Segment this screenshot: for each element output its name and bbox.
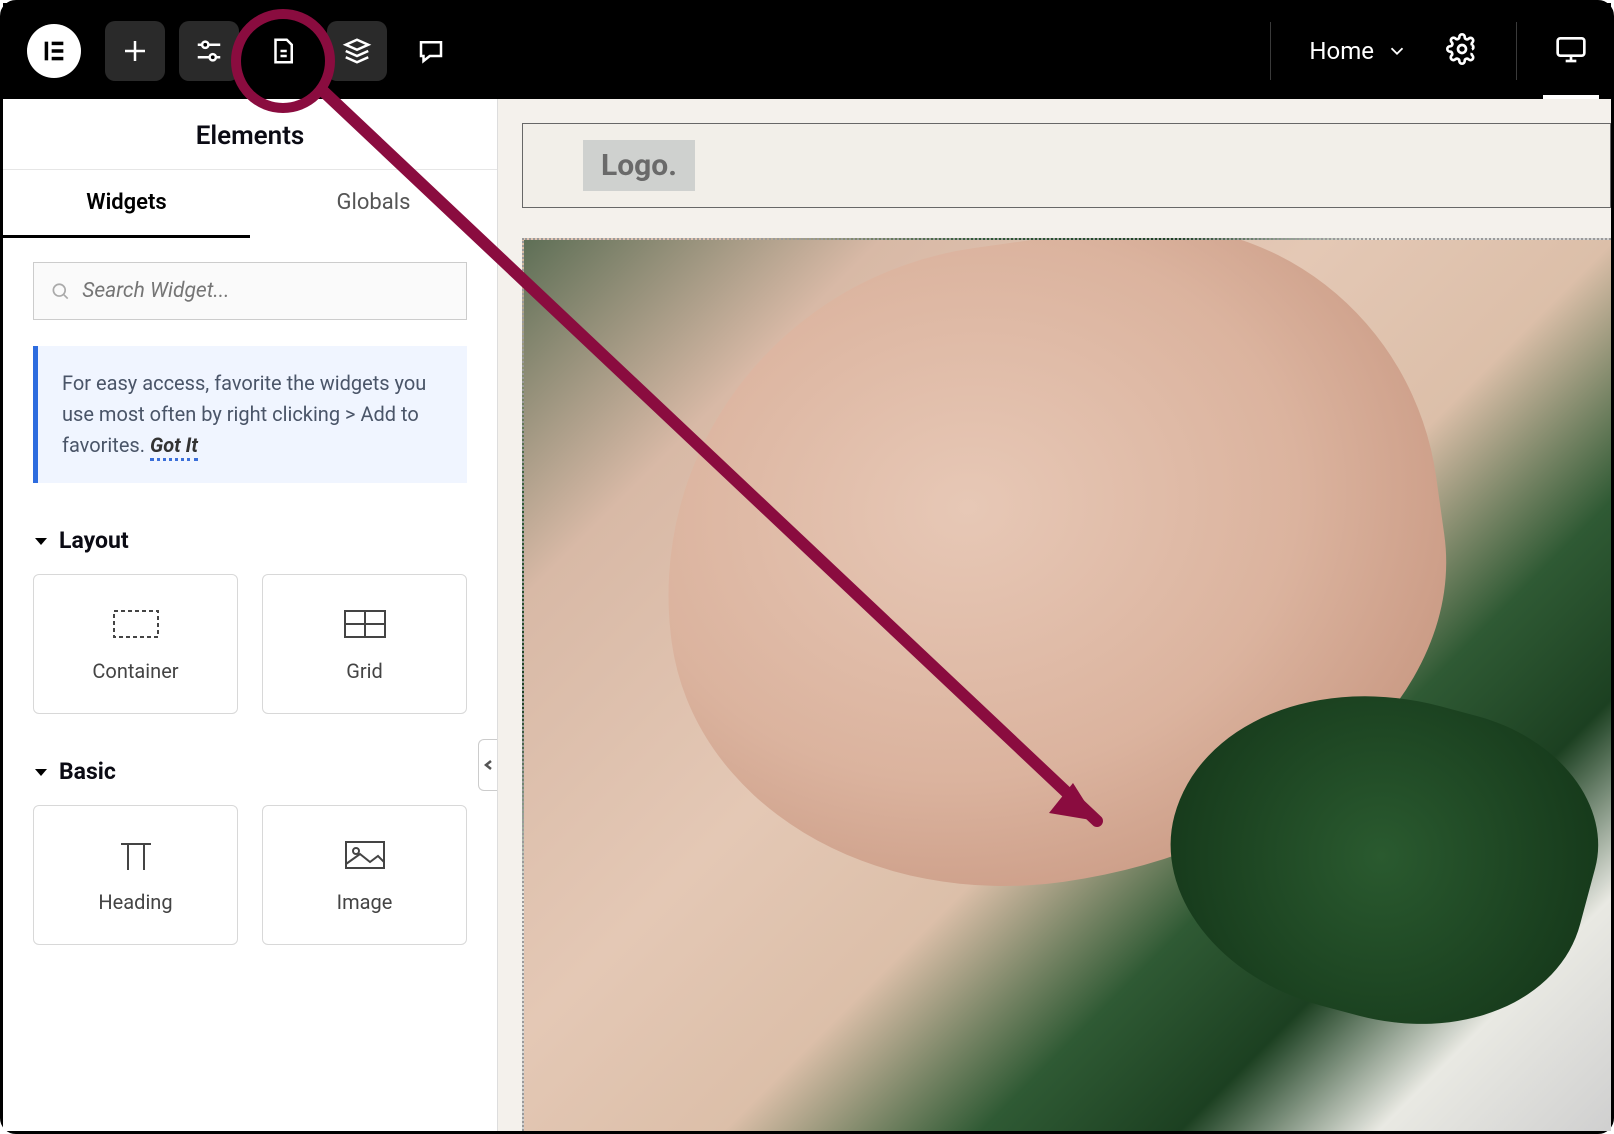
notes-button[interactable] [401,21,461,81]
chevron-down-icon [1386,40,1408,62]
search-widget-input[interactable] [82,279,450,303]
hero-image-section[interactable] [522,238,1611,1131]
widget-container[interactable]: Container [33,574,238,714]
preferences-button[interactable] [1446,33,1478,69]
site-settings-button[interactable] [179,21,239,81]
widget-grid[interactable]: Grid [262,574,467,714]
structure-button[interactable] [327,21,387,81]
search-widget-box[interactable] [33,262,467,320]
panel-title: Elements [3,99,497,170]
editor-canvas[interactable]: Logo. [498,99,1611,1131]
search-icon [50,280,70,302]
toolbar-left-group [27,21,461,81]
section-basic-title: Basic [59,758,116,785]
tab-widgets[interactable]: Widgets [3,170,250,238]
add-element-button[interactable] [105,21,165,81]
panel-tabs: Widgets Globals [3,170,497,238]
toolbar-divider [1516,22,1517,80]
page-settings-button[interactable] [253,21,313,81]
widget-label: Heading [98,890,172,914]
page-name-label: Home [1309,37,1374,65]
widget-image[interactable]: Image [262,805,467,945]
container-icon [111,605,161,643]
panel-body: For easy access, favorite the widgets yo… [3,238,497,969]
widget-label: Image [337,890,393,914]
tip-gotit-link[interactable]: Got It [150,433,198,461]
section-basic-header[interactable]: Basic [33,758,467,785]
main-area: Elements Widgets Globals For easy access… [3,99,1611,1131]
toolbar-right-group: Home [1270,22,1587,80]
header-section[interactable]: Logo. [522,123,1611,208]
section-layout-title: Layout [59,527,129,554]
image-icon [340,836,390,874]
widget-label: Grid [346,659,383,683]
widget-heading[interactable]: Heading [33,805,238,945]
elements-panel: Elements Widgets Globals For easy access… [3,99,498,1131]
tip-text: For easy access, favorite the widgets yo… [62,371,426,457]
favorites-tip: For easy access, favorite the widgets yo… [33,346,467,483]
grid-icon [340,605,390,643]
responsive-mode-button[interactable] [1555,33,1587,69]
layout-widgets: Container Grid [33,574,467,714]
caret-down-icon [33,533,49,549]
caret-down-icon [33,764,49,780]
tab-globals[interactable]: Globals [250,170,497,238]
top-toolbar: Home [3,3,1611,99]
chevron-left-icon [483,759,495,771]
collapse-panel-handle[interactable] [478,739,498,791]
logo-placeholder[interactable]: Logo. [583,140,695,191]
elementor-logo[interactable] [27,24,81,78]
toolbar-divider [1270,22,1271,80]
section-layout-header[interactable]: Layout [33,527,467,554]
widget-label: Container [92,659,178,683]
basic-widgets: Heading Image [33,805,467,945]
heading-icon [111,836,161,874]
page-selector[interactable]: Home [1309,37,1408,65]
